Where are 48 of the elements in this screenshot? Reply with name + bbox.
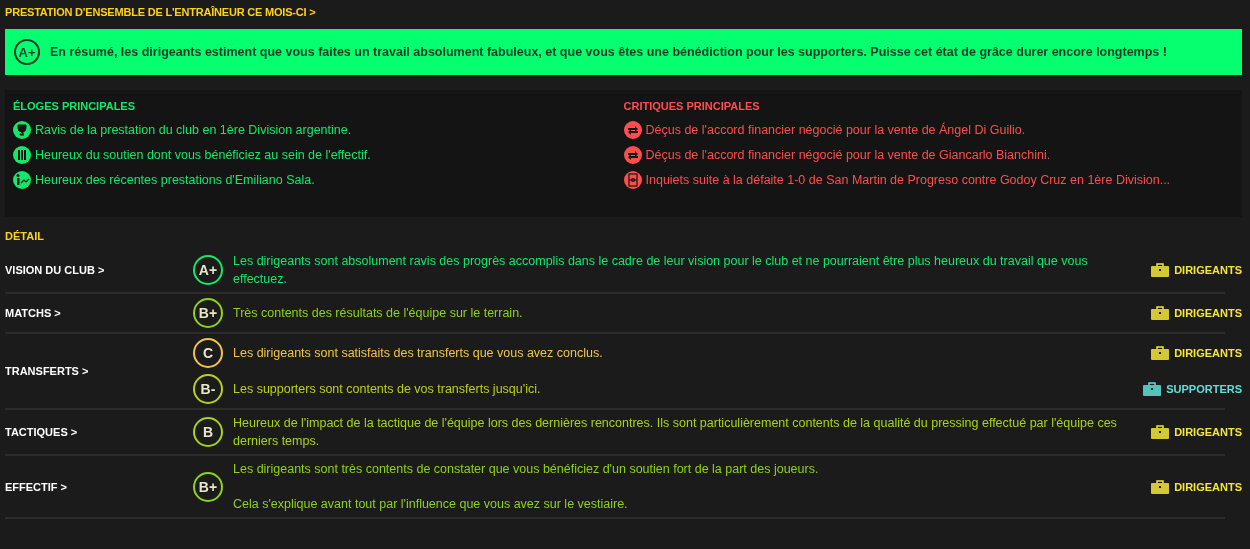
- grade-badge: B+: [193, 298, 223, 328]
- category-link[interactable]: VISION DU CLUB >: [5, 264, 105, 276]
- trophy-icon: [13, 121, 31, 139]
- source-label: DIRIGEANTS: [1174, 480, 1242, 493]
- category-link[interactable]: EFFECTIF >: [5, 480, 68, 493]
- grade-badge: B: [193, 417, 223, 447]
- detail-heading: DÉTAIL: [5, 230, 44, 242]
- shirt-icon: [13, 146, 31, 164]
- statement-text: Les supporters sont contents de vos transferts jusqu'ici.: [233, 381, 542, 398]
- category-link[interactable]: TACTIQUES >: [5, 426, 78, 438]
- pitch-icon: [623, 171, 642, 189]
- grade-badge: B-: [193, 374, 223, 404]
- feedback-heading: CRITIQUES PRINCIPALES: [623, 100, 760, 112]
- swap-arrows-icon: [623, 121, 642, 139]
- source-label: SUPPORTERS: [1166, 383, 1242, 395]
- feedback-text: Heureux des récentes prestations d'Emiliano Sala.: [35, 173, 315, 187]
- grade-badge: A+: [193, 255, 223, 285]
- player-chart-icon: [13, 171, 31, 189]
- statement-text: Cela s'explique avant tout par l'influence que vous avez sur le vestiaire.: [233, 496, 629, 513]
- source-label: DIRIGEANTS: [1174, 307, 1242, 319]
- section-title-link[interactable]: PRESTATION D'ENSEMBLE DE L'ENTRAÎNEUR CE MOIS-CI >: [5, 6, 316, 18]
- swap-arrows-icon: [623, 146, 642, 164]
- briefcase-icon: [1151, 479, 1170, 494]
- grade-badge: B+: [193, 471, 223, 502]
- briefcase-icon: [1151, 346, 1170, 360]
- briefcase-icon: [1151, 306, 1170, 320]
- source-label: DIRIGEANTS: [1174, 264, 1242, 276]
- category-link[interactable]: TRANSFERTS >: [5, 365, 89, 377]
- statement-text: Très contents des résultats de l'équipe sur le terrain.: [233, 305, 524, 322]
- source-label: DIRIGEANTS: [1174, 426, 1242, 438]
- statement-text: Les dirigeants sont très contents de constater que vous bénéficiez d'un soutien fort de la part des joueurs.: [233, 461, 820, 478]
- statement-text: Heureux de l'impact de la tactique de l'équipe lors des dernières rencontres. Ils sont particulièrement contents de la qualité du pressing effectué par l'équipe ces derniers temps.: [233, 415, 1118, 450]
- briefcase-icon: [1151, 263, 1170, 277]
- grade-badge: C: [193, 338, 223, 368]
- briefcase-icon: [1151, 425, 1170, 439]
- feedback-text: Déçus de l'accord financier négocié pour la vente de Ángel Di Guilio.: [645, 123, 1026, 137]
- feedback-text: Heureux du soutien dont vous bénéficiez au sein de l'effectif.: [35, 148, 371, 162]
- statement-text: Les dirigeants sont satisfaits des transferts que vous avez conclus.: [233, 345, 604, 362]
- feedback-text: Déçus de l'accord financier négocié pour la vente de Giancarlo Bianchini.: [645, 148, 1051, 162]
- feedback-heading: ÉLOGES PRINCIPALES: [13, 100, 136, 112]
- briefcase-icon: [1143, 382, 1162, 396]
- summary-text: En résumé, les dirigeants estiment que vous faites un travail absolument fabuleux, et que vous êtes une bénédiction pour les supporters. Puisse cet état de grâce durer encore longtemps !: [50, 45, 1167, 59]
- feedback-text: Ravis de la prestation du club en 1ère Division argentine.: [35, 123, 352, 137]
- source-label: DIRIGEANTS: [1174, 347, 1242, 359]
- statement-text: Les dirigeants sont absolument ravis des progrès accomplis dans le cadre de leur vision pour le club et ne pourraient être plus heureux du travail que vous effectuez.: [233, 253, 1089, 288]
- grade-badge: A+: [14, 39, 40, 65]
- feedback-text: Inquiets suite à la défaite 1-0 de San Martin de Progreso contre Godoy Cruz en 1ère Division...: [645, 173, 1171, 187]
- category-link[interactable]: MATCHS >: [5, 307, 61, 319]
